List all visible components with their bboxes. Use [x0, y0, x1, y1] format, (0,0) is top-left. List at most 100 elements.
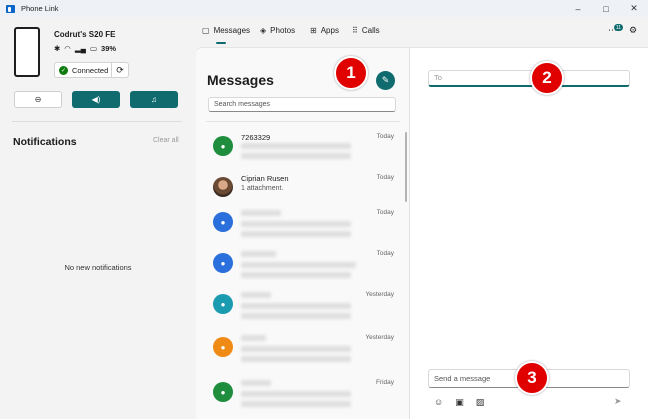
blurred-preview: [241, 313, 351, 319]
tab-calls[interactable]: ⠿ Calls: [352, 26, 380, 35]
avatar: ●: [213, 294, 233, 314]
thread-date: Yesterday: [365, 291, 394, 298]
messages-pane: Messages ✎ Search messages ● 7263329 Tod…: [196, 47, 410, 419]
message-thread[interactable]: Ciprian Rusen 1 attachment. Today: [208, 169, 400, 209]
callout-2: 2: [530, 61, 564, 95]
top-navigation: ▢ Messages ◈ Photos ⊞ Apps ⠿ Calls ⋯ 11 …: [196, 17, 648, 47]
check-icon: ✓: [59, 65, 68, 75]
clear-all-button[interactable]: Clear all: [153, 137, 179, 144]
device-name: Codrut's S20 FE: [54, 30, 116, 39]
message-thread[interactable]: ● Yesterday: [208, 329, 400, 369]
thread-preview: 1 attachment.: [241, 185, 284, 192]
image-button[interactable]: ▨: [476, 397, 485, 408]
emoji-button[interactable]: ☺: [434, 397, 443, 408]
gif-button[interactable]: ▣: [455, 397, 464, 408]
blurred-name: [241, 292, 271, 298]
blurred-preview: [241, 231, 351, 237]
empty-notifications-text: No new notifications: [64, 263, 132, 272]
avatar: ●: [213, 337, 233, 357]
photos-icon: ◈: [260, 26, 267, 35]
message-thread[interactable]: ● Today: [208, 204, 400, 244]
person-icon: ●: [220, 342, 226, 352]
blurred-preview: [241, 272, 351, 278]
thread-date: Today: [376, 250, 394, 257]
quick-actions: ⊖ ◀) ♫: [14, 91, 178, 108]
person-icon: ●: [220, 299, 226, 309]
message-thread[interactable]: ● Today: [208, 245, 400, 285]
minimize-button[interactable]: –: [564, 0, 592, 17]
blurred-preview: [241, 391, 351, 397]
person-icon: ●: [220, 258, 226, 268]
phone-image: [14, 27, 40, 77]
send-button[interactable]: ➤: [614, 396, 622, 407]
avatar: ●: [213, 253, 233, 273]
recipient-input[interactable]: To: [428, 70, 630, 87]
blurred-preview: [241, 153, 351, 159]
wifi-icon: ◠: [64, 44, 71, 53]
close-button[interactable]: ✕: [620, 0, 648, 17]
bluetooth-icon: ✱: [54, 44, 61, 53]
music-icon: ♫: [151, 95, 157, 104]
search-messages-input[interactable]: Search messages: [208, 97, 396, 112]
window-title: Phone Link: [21, 4, 59, 13]
blurred-preview: [241, 346, 351, 352]
message-thread[interactable]: ● Friday: [208, 374, 400, 414]
person-icon: ●: [220, 217, 226, 227]
avatar: [213, 177, 233, 197]
blurred-preview: [241, 356, 351, 362]
title-bar: Phone Link – □ ✕: [0, 0, 648, 17]
do-not-disturb-icon: ⊖: [34, 95, 42, 104]
tab-photos[interactable]: ◈ Photos: [260, 26, 295, 35]
blurred-preview: [241, 401, 351, 407]
new-message-button[interactable]: ✎: [376, 71, 395, 90]
blurred-name: [241, 251, 276, 257]
maximize-button[interactable]: □: [592, 0, 620, 17]
messages-icon: ▢: [202, 26, 210, 35]
blurred-name: [241, 335, 266, 341]
blurred-name: [241, 210, 281, 216]
divider: [12, 121, 182, 122]
callout-1: 1: [334, 56, 368, 90]
thread-name: Ciprian Rusen: [241, 174, 289, 183]
signal-icon: ▂▄: [74, 44, 86, 53]
apps-icon: ⊞: [310, 26, 317, 35]
calls-icon: ⠿: [352, 26, 358, 35]
person-icon: ●: [220, 141, 226, 151]
battery-icon: ▭: [89, 44, 98, 53]
compose-toolbar: ☺ ▣ ▨: [434, 397, 484, 408]
thread-date: Friday: [375, 379, 394, 386]
settings-button[interactable]: ⚙: [629, 25, 637, 36]
volume-button[interactable]: ◀): [72, 91, 120, 108]
thread-name: 7263329: [241, 133, 271, 142]
thread-date: Today: [376, 174, 394, 181]
tab-label: Photos: [270, 26, 296, 35]
media-button[interactable]: ♫: [130, 91, 178, 108]
tab-label: Apps: [320, 26, 339, 35]
blurred-preview: [241, 221, 351, 227]
message-thread[interactable]: ● 7263329 Today: [208, 128, 400, 168]
phone-link-logo-icon: [6, 4, 15, 13]
do-not-disturb-button[interactable]: ⊖: [14, 91, 62, 108]
message-thread[interactable]: ● Yesterday: [208, 286, 400, 326]
connection-status-box: ✓ Connected ⟳: [54, 62, 129, 78]
callout-3: 3: [515, 361, 549, 395]
thread-date: Yesterday: [365, 334, 394, 341]
notification-badge: 11: [614, 24, 623, 31]
blurred-name: [241, 380, 271, 386]
divider: [206, 121, 400, 122]
avatar: ●: [213, 212, 233, 232]
tab-label: Messages: [213, 26, 251, 35]
messages-title: Messages: [207, 72, 274, 88]
tab-apps[interactable]: ⊞ Apps: [310, 26, 339, 35]
thread-date: Today: [376, 209, 394, 216]
compose-icon: ✎: [381, 75, 390, 85]
sync-button[interactable]: ⟳: [112, 65, 128, 76]
window-controls: – □ ✕: [564, 0, 648, 17]
gear-icon: ⚙: [629, 25, 638, 35]
scrollbar[interactable]: [405, 132, 407, 202]
blurred-preview: [241, 303, 351, 309]
blurred-preview: [241, 262, 356, 268]
volume-icon: ◀): [91, 95, 101, 104]
tab-messages[interactable]: ▢ Messages: [202, 26, 250, 35]
active-tab-indicator: [216, 42, 226, 44]
